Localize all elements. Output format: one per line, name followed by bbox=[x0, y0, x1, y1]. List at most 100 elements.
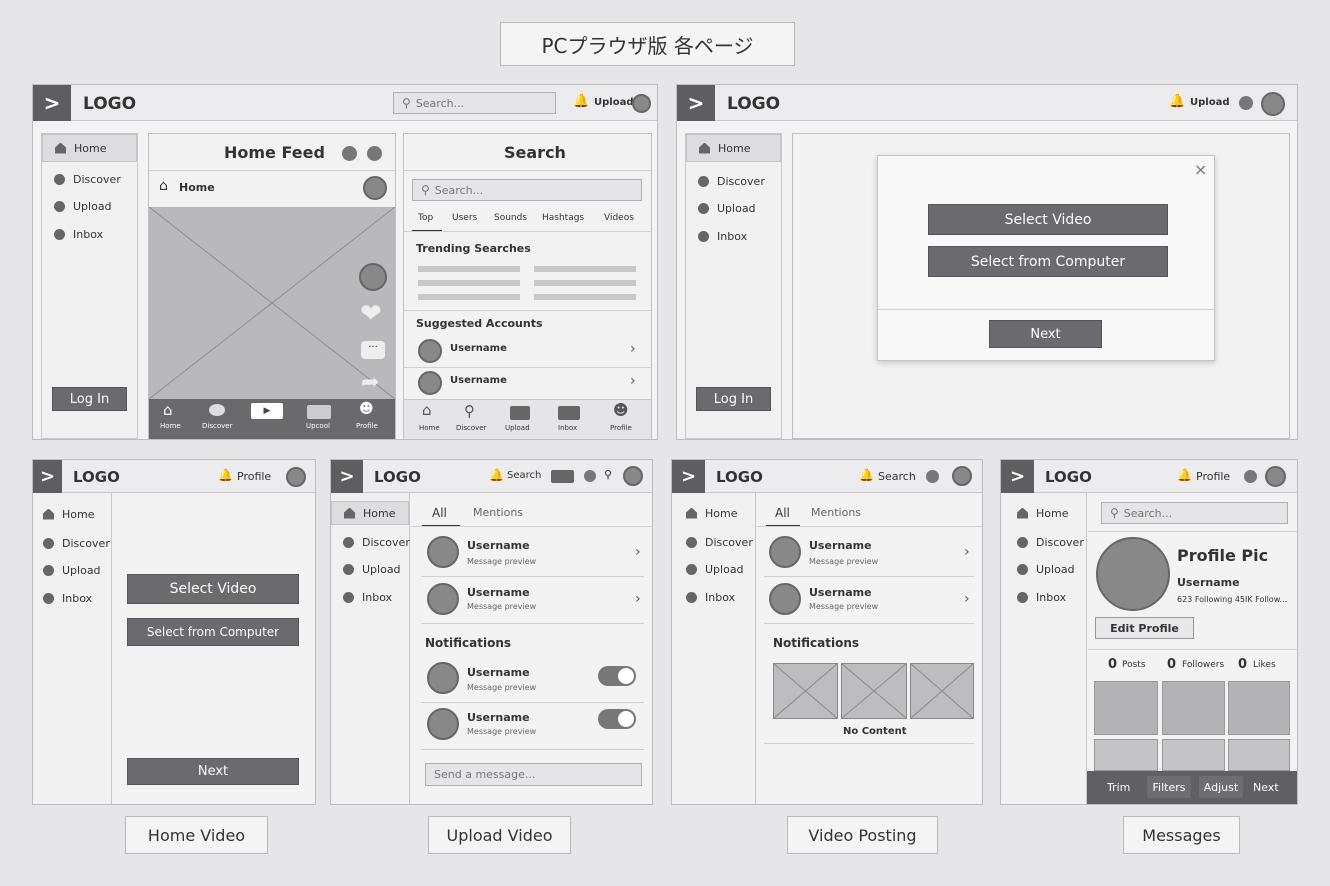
sidebar-item-discover[interactable]: Discover bbox=[42, 168, 137, 190]
edit-profile-button[interactable]: Edit Profile bbox=[1095, 617, 1194, 639]
sidebar-item-upload[interactable]: Upload bbox=[33, 559, 111, 581]
creator-avatar[interactable] bbox=[359, 263, 387, 291]
nav-upcool[interactable]: Upcool bbox=[306, 422, 330, 430]
avatar[interactable] bbox=[427, 662, 459, 694]
sidebar-item-upload[interactable]: Upload bbox=[686, 197, 781, 219]
profile-pic-avatar[interactable] bbox=[1096, 537, 1170, 611]
tab-all[interactable]: All bbox=[775, 506, 790, 520]
discover-icon[interactable]: ⚲ bbox=[464, 402, 475, 420]
sidebar-item-upload[interactable]: Upload bbox=[672, 558, 755, 580]
message-username[interactable]: Username bbox=[467, 539, 530, 552]
nav-home[interactable]: Home bbox=[419, 424, 440, 432]
post-thumbnail[interactable] bbox=[1228, 681, 1290, 735]
avatar[interactable] bbox=[623, 466, 643, 486]
location-icon[interactable]: ⚲ bbox=[604, 468, 612, 481]
tab-videos[interactable]: Videos bbox=[604, 213, 634, 223]
nav-inbox[interactable]: Inbox bbox=[558, 424, 577, 432]
profile-link[interactable]: Profile bbox=[1196, 470, 1230, 483]
trim-button[interactable]: Trim bbox=[1107, 781, 1130, 794]
nav-discover[interactable]: Discover bbox=[456, 424, 486, 432]
sidebar-item-inbox[interactable]: Inbox bbox=[331, 586, 409, 608]
sidebar-item-inbox[interactable]: Inbox bbox=[33, 587, 111, 609]
select-from-computer-button[interactable]: Select from Computer bbox=[928, 246, 1168, 277]
search-input[interactable]: ⚲ Search... bbox=[1101, 502, 1288, 524]
bell-icon[interactable]: 🔔 bbox=[218, 468, 233, 482]
post-thumbnail[interactable] bbox=[1162, 739, 1225, 771]
logo-mark-icon[interactable]: > bbox=[33, 85, 71, 121]
next-button[interactable]: Next bbox=[1253, 781, 1279, 794]
tab-users[interactable]: Users bbox=[452, 213, 477, 223]
avatar[interactable] bbox=[632, 94, 651, 113]
search-link[interactable]: Search bbox=[878, 470, 916, 483]
chevron-right-icon[interactable]: › bbox=[630, 373, 636, 389]
adjust-button[interactable]: Adjust bbox=[1199, 776, 1243, 798]
sidebar-item-home[interactable]: Home bbox=[331, 501, 409, 525]
logo-mark-icon[interactable]: > bbox=[677, 85, 715, 121]
bell-icon[interactable]: 🔔 bbox=[859, 468, 874, 482]
sidebar-item-discover[interactable]: Discover bbox=[331, 531, 410, 553]
sidebar-item-home[interactable]: Home bbox=[672, 502, 755, 524]
avatar[interactable] bbox=[427, 583, 459, 615]
tab-top[interactable]: Top bbox=[418, 213, 433, 223]
upload-link[interactable]: Upload bbox=[594, 97, 633, 108]
profile-icon[interactable]: ☻ bbox=[359, 401, 374, 417]
avatar[interactable] bbox=[952, 466, 972, 486]
sidebar-item-discover[interactable]: Discover bbox=[686, 170, 781, 192]
sidebar-item-upload[interactable]: Upload bbox=[1001, 558, 1086, 580]
notification-toggle[interactable] bbox=[598, 666, 636, 686]
sidebar-item-upload[interactable]: Upload bbox=[331, 558, 409, 580]
message-username[interactable]: Username bbox=[467, 586, 530, 599]
avatar[interactable] bbox=[1261, 92, 1285, 116]
search-input[interactable]: ⚲ Search... bbox=[412, 179, 642, 201]
video-icon[interactable] bbox=[551, 470, 574, 483]
filters-button[interactable]: Filters bbox=[1147, 776, 1191, 798]
login-button[interactable]: Log In bbox=[52, 387, 127, 411]
notification-toggle[interactable] bbox=[598, 709, 636, 729]
avatar[interactable] bbox=[427, 708, 459, 740]
sidebar-item-inbox[interactable]: Inbox bbox=[672, 586, 755, 608]
suggested-username[interactable]: Username bbox=[450, 375, 507, 386]
chevron-right-icon[interactable]: › bbox=[635, 591, 641, 607]
sidebar-item-discover[interactable]: Discover bbox=[33, 532, 111, 554]
avatar[interactable] bbox=[427, 536, 459, 568]
avatar[interactable] bbox=[418, 339, 442, 363]
select-video-button[interactable]: Select Video bbox=[928, 204, 1168, 235]
upload-icon[interactable] bbox=[307, 405, 331, 419]
nav-home[interactable]: Home bbox=[160, 422, 181, 430]
video-placeholder[interactable]: ❤ ··· ➦ bbox=[149, 207, 395, 399]
option-icon-2[interactable] bbox=[367, 146, 382, 161]
post-thumbnail[interactable] bbox=[1094, 681, 1158, 735]
profile-icon[interactable]: ☻ bbox=[613, 401, 629, 419]
play-button[interactable]: ▶ bbox=[251, 403, 283, 419]
suggested-username[interactable]: Username bbox=[450, 343, 507, 354]
message-input[interactable]: Send a message... bbox=[425, 763, 642, 786]
bell-icon[interactable]: 🔔 bbox=[1177, 468, 1192, 482]
nav-discover[interactable]: Discover bbox=[202, 422, 232, 430]
avatar[interactable] bbox=[769, 536, 801, 568]
tab-mentions[interactable]: Mentions bbox=[473, 506, 523, 519]
media-placeholder[interactable] bbox=[841, 663, 907, 719]
chevron-right-icon[interactable]: › bbox=[630, 341, 636, 357]
avatar[interactable] bbox=[363, 176, 387, 200]
logo-mark-icon[interactable]: > bbox=[672, 460, 705, 493]
nav-profile[interactable]: Profile bbox=[610, 424, 632, 432]
post-thumbnail[interactable] bbox=[1094, 739, 1158, 771]
tab-mentions[interactable]: Mentions bbox=[811, 506, 861, 519]
post-thumbnail[interactable] bbox=[1228, 739, 1290, 771]
tab-sounds[interactable]: Sounds bbox=[494, 213, 527, 223]
nav-upload[interactable]: Upload bbox=[505, 424, 530, 432]
search-link[interactable]: Search bbox=[507, 470, 541, 481]
bell-icon[interactable]: 🔔 bbox=[573, 94, 589, 109]
play-circle-icon[interactable] bbox=[584, 470, 596, 482]
share-icon[interactable]: ➦ bbox=[361, 370, 379, 395]
play-circle-icon[interactable] bbox=[926, 470, 939, 483]
message-username[interactable]: Username bbox=[809, 539, 872, 552]
select-from-computer-button[interactable]: Select from Computer bbox=[127, 618, 299, 646]
tab-all[interactable]: All bbox=[432, 506, 447, 520]
bell-icon[interactable]: 🔔 bbox=[489, 468, 504, 482]
logo-mark-icon[interactable]: > bbox=[1001, 460, 1034, 493]
heart-icon[interactable]: ❤ bbox=[360, 299, 382, 329]
sidebar-item-inbox[interactable]: Inbox bbox=[42, 223, 137, 245]
notification-username[interactable]: Username bbox=[467, 711, 530, 724]
search-input[interactable]: ⚲ Search... bbox=[393, 92, 556, 114]
